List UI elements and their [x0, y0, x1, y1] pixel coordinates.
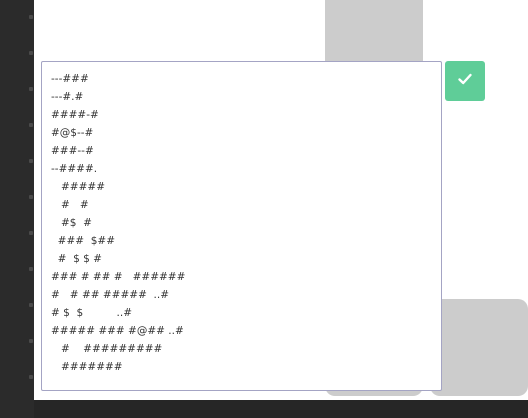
level-text-input[interactable]: ---### ---#.# ####-# #@$--# ###--# --###… [42, 62, 441, 390]
checkmark-icon [456, 70, 474, 92]
gutter-marker [29, 339, 33, 343]
confirm-button[interactable] [445, 61, 485, 101]
gutter-marker [29, 303, 33, 307]
left-sidebar [0, 0, 34, 418]
gutter-marker [29, 267, 33, 271]
gutter-marker [29, 123, 33, 127]
text-editor[interactable]: ---### ---#.# ####-# #@$--# ###--# --###… [41, 61, 442, 391]
gutter-marker [29, 87, 33, 91]
bottom-bar [34, 400, 528, 418]
gutter-marker [29, 159, 33, 163]
gallery-card-placeholder[interactable] [430, 299, 528, 396]
gutter-marker [29, 195, 33, 199]
gutter-marker [29, 231, 33, 235]
gutter-marker [29, 51, 33, 55]
gutter-marker [29, 15, 33, 19]
gutter-marker [29, 375, 33, 379]
